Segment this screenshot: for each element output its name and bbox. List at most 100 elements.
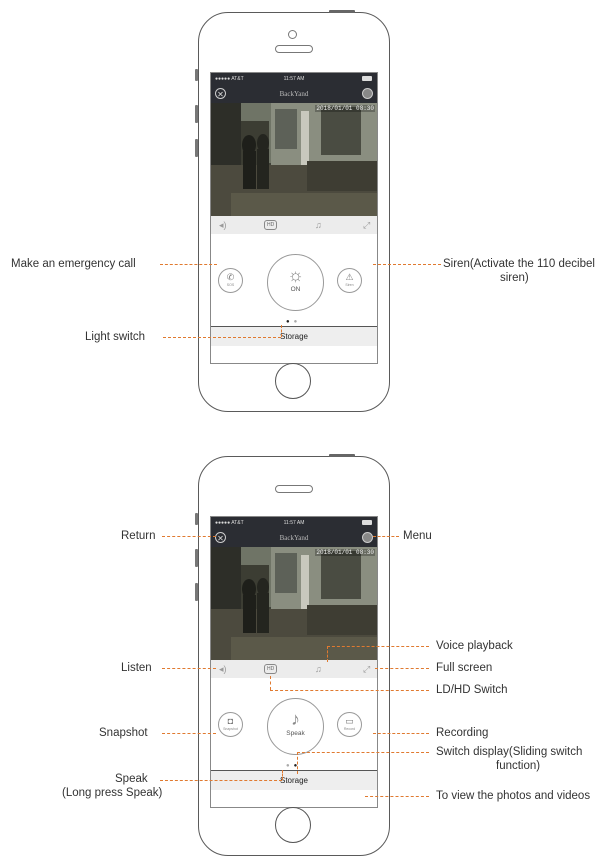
listen-icon[interactable]: ◂)	[219, 220, 227, 230]
screen-bottom	[211, 346, 377, 363]
volume-down-button	[195, 139, 198, 157]
hd-icon[interactable]: HD	[264, 664, 278, 674]
battery-icon	[362, 520, 372, 525]
front-camera	[288, 30, 297, 39]
phone-icon: ✆	[226, 272, 235, 282]
video-toolbar: ◂) HD ♫ ⤢	[211, 660, 377, 678]
home-button	[275, 363, 311, 399]
callout-line-emergency	[160, 264, 217, 265]
siren-button[interactable]: ⚠ Siren	[337, 268, 362, 293]
phone-bottom: ●●●●● AT&T 11:57 AM ✕ BackYand 2018/01/0…	[195, 454, 390, 856]
callout-line-fullscreen	[375, 668, 429, 669]
hd-icon[interactable]: HD	[264, 220, 278, 230]
light-label: ON	[290, 286, 301, 293]
video-timestamp: 2018/01/01 08:30	[315, 105, 375, 112]
speak-button[interactable]: ♪ Speak	[267, 698, 324, 755]
app-screen: ●●●●● AT&T 11:57 AM ✕ BackYand 2018/01/0…	[210, 516, 378, 808]
nav-bar: ✕ BackYand	[211, 529, 377, 547]
voice-playback-icon[interactable]: ♫	[315, 220, 322, 230]
snapshot-button[interactable]: ◘ Snapshot	[218, 712, 243, 737]
callout-line-recording	[373, 733, 429, 734]
speak-label: Speak	[286, 730, 305, 737]
video-feed[interactable]: 2018/01/01 08:30	[211, 547, 377, 660]
callout-line-siren	[373, 264, 441, 265]
callout-emergency-call: Make an emergency call	[11, 258, 136, 270]
clock: 11:57 AM	[283, 520, 305, 526]
callout-line-switch-v	[297, 752, 298, 774]
app-title: BackYand	[279, 534, 309, 542]
clock: 11:57 AM	[283, 76, 305, 82]
record-icon: ▭	[345, 716, 354, 726]
earpiece	[275, 485, 313, 493]
siren-label: Siren	[345, 283, 354, 287]
callout-siren-line1: Siren(Activate the 110 decibel	[443, 258, 595, 270]
callout-snapshot: Snapshot	[99, 727, 148, 739]
callout-line-voice	[327, 646, 429, 647]
callout-line-hd-v	[270, 676, 271, 690]
menu-icon[interactable]	[362, 532, 373, 543]
callout-line-return	[162, 536, 216, 537]
callout-menu: Menu	[403, 530, 432, 542]
light-button[interactable]: ☼ ON	[267, 254, 324, 311]
callout-line-snapshot	[162, 733, 216, 734]
callout-return: Return	[121, 530, 156, 542]
callout-recording: Recording	[436, 727, 489, 739]
home-button	[275, 807, 311, 843]
bulb-icon: ☼	[287, 265, 304, 285]
screen-bottom	[211, 790, 377, 807]
menu-icon[interactable]	[362, 88, 373, 99]
voice-playback-icon[interactable]: ♫	[315, 664, 322, 674]
status-bar: ●●●●● AT&T 11:57 AM	[211, 73, 377, 85]
video-timestamp: 2018/01/01 08:30	[315, 549, 375, 556]
control-panel: ◘ Snapshot ♪ Speak ▭ Record ●●	[211, 678, 377, 770]
sos-button[interactable]: ✆ SOS	[218, 268, 243, 293]
callout-speak-line1: Speak	[115, 773, 148, 785]
listen-icon[interactable]: ◂)	[219, 664, 227, 674]
callout-line-menu	[373, 536, 399, 537]
control-panel: ✆ SOS ☼ ON ⚠ Siren ●●	[211, 234, 377, 326]
power-button	[329, 10, 355, 13]
mute-switch	[195, 513, 198, 525]
record-label: Record	[343, 727, 356, 731]
callout-line-voice-v	[327, 646, 328, 662]
camera-scene	[211, 103, 377, 216]
callout-line-light-v	[281, 325, 282, 337]
callout-full-screen: Full screen	[436, 662, 493, 674]
volume-up-button	[195, 105, 198, 123]
status-bar: ●●●●● AT&T 11:57 AM	[211, 517, 377, 529]
callout-line-hd	[270, 690, 429, 691]
callout-voice-playback: Voice playback	[436, 640, 513, 652]
volume-down-button	[195, 583, 198, 601]
callout-line-speak	[160, 780, 282, 781]
fullscreen-icon[interactable]: ⤢	[363, 220, 370, 230]
callout-switch-display-line1: Switch display(Sliding switch	[436, 746, 583, 758]
page-indicator[interactable]: ●●	[286, 319, 301, 325]
mic-icon: ♪	[291, 709, 300, 729]
earpiece	[275, 45, 313, 53]
callout-line-speak-v	[282, 770, 283, 780]
callout-view-photos: To view the photos and videos	[436, 790, 591, 802]
volume-up-button	[195, 549, 198, 567]
app-screen: ●●●●● AT&T 11:57 AM ✕ BackYand 2018/01/0…	[210, 72, 378, 364]
callout-listen: Listen	[121, 662, 152, 674]
record-button[interactable]: ▭ Record	[337, 712, 362, 737]
callout-light-switch: Light switch	[85, 331, 146, 343]
battery-icon	[362, 76, 372, 81]
camera-icon: ◘	[227, 716, 234, 726]
snapshot-label: Snapshot	[223, 727, 238, 731]
callout-siren-line2: siren)	[500, 272, 529, 284]
callout-line-light	[163, 337, 281, 338]
sos-label: SOS	[226, 283, 235, 287]
callout-speak-line2: (Long press Speak)	[62, 787, 163, 799]
mute-switch	[195, 69, 198, 81]
callout-line-listen	[162, 668, 216, 669]
siren-icon: ⚠	[345, 272, 354, 282]
camera-scene	[211, 547, 377, 660]
video-feed[interactable]: 2018/01/01 08:30	[211, 103, 377, 216]
callout-line-photos	[365, 796, 429, 797]
storage-button[interactable]: Storage	[211, 770, 377, 792]
app-title: BackYand	[279, 90, 309, 98]
page-indicator[interactable]: ●●	[286, 763, 301, 769]
callout-switch-display-line2: function)	[496, 760, 541, 772]
fullscreen-icon[interactable]: ⤢	[363, 664, 370, 674]
